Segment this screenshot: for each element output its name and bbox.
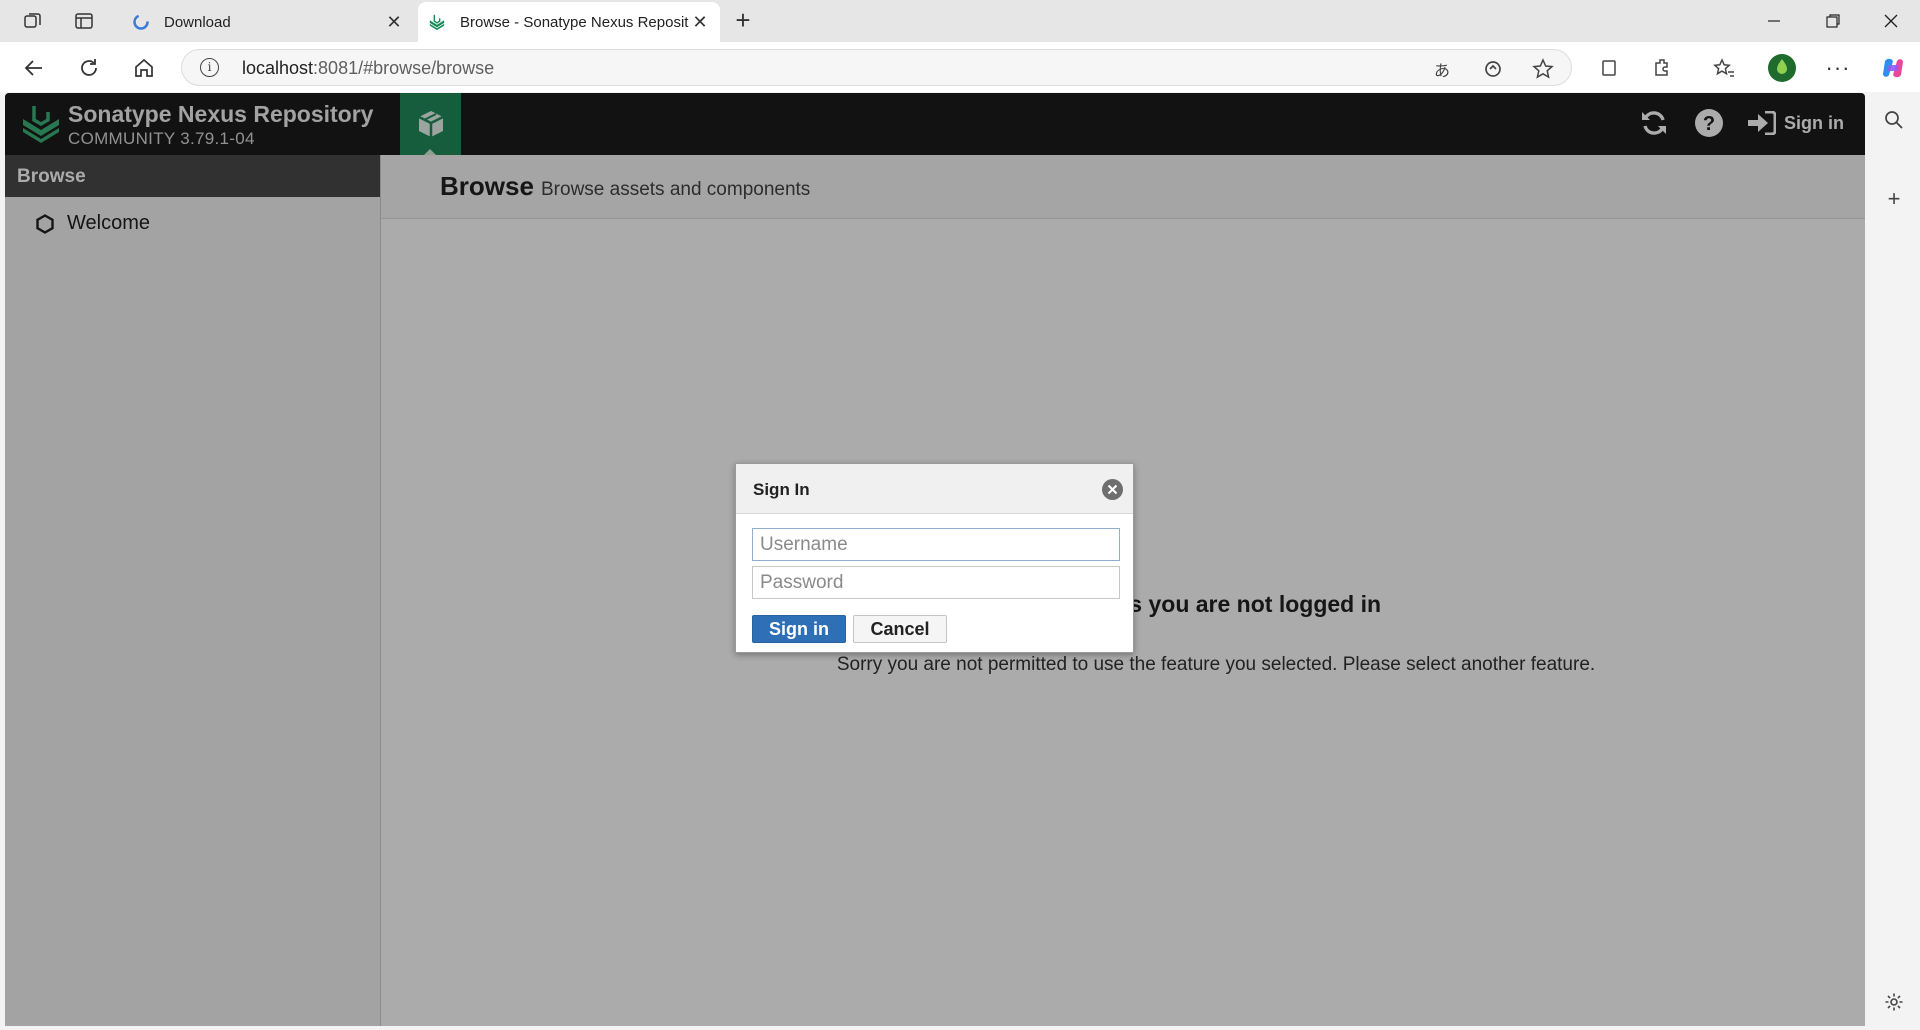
tab-title: Browse - Sonatype Nexus Reposit xyxy=(460,13,689,31)
tab-download[interactable]: Download ✕ xyxy=(122,2,414,42)
refresh-icon[interactable] xyxy=(74,53,104,83)
password-field[interactable] xyxy=(752,566,1120,599)
browser-tab-strip: Download ✕ Browse - Sonatype Nexus Repos… xyxy=(0,0,1920,42)
close-tab-icon[interactable]: ✕ xyxy=(384,12,404,33)
tab-title: Download xyxy=(164,13,231,31)
settings-gear-icon[interactable] xyxy=(1883,991,1905,1013)
read-aloud-icon[interactable]: あ xyxy=(1431,58,1453,80)
extensions-icon[interactable] xyxy=(1648,53,1678,83)
minimize-icon[interactable] xyxy=(1754,8,1794,34)
page-refresh-icon[interactable] xyxy=(1482,58,1504,80)
browser-toolbar: i localhost:8081/#browse/browse あ ··· xyxy=(0,42,1920,92)
copilot-icon[interactable] xyxy=(1878,53,1908,83)
vertical-tabs-icon[interactable] xyxy=(71,8,97,34)
url-path: :8081/#browse/browse xyxy=(313,58,495,78)
workspaces-icon[interactable] xyxy=(20,8,46,34)
profile-avatar-icon[interactable] xyxy=(1767,53,1797,83)
tab-browse-nexus[interactable]: Browse - Sonatype Nexus Reposit ✕ xyxy=(418,2,720,42)
dialog-header: Sign In xyxy=(736,464,1133,514)
close-tab-icon[interactable]: ✕ xyxy=(690,12,710,33)
browser-side-panel: + xyxy=(1866,92,1920,1030)
site-info-icon[interactable]: i xyxy=(200,58,219,77)
url-host: localhost xyxy=(242,58,314,78)
dialog-title: Sign In xyxy=(753,480,810,499)
home-icon[interactable] xyxy=(129,53,159,83)
sign-in-dialog: Sign In Sign in Cancel xyxy=(735,463,1134,653)
favorites-icon[interactable] xyxy=(1709,53,1739,83)
reading-view-icon[interactable] xyxy=(1594,53,1624,83)
address-bar[interactable]: i localhost:8081/#browse/browse あ xyxy=(181,49,1572,86)
close-icon[interactable] xyxy=(1102,479,1123,500)
back-icon[interactable] xyxy=(19,53,49,83)
more-options-icon[interactable]: ··· xyxy=(1823,53,1853,83)
cancel-button[interactable]: Cancel xyxy=(853,615,947,643)
new-tab-icon[interactable]: + xyxy=(730,7,756,34)
address-url[interactable]: localhost:8081/#browse/browse xyxy=(242,58,494,79)
loading-ring-icon xyxy=(132,13,150,31)
add-sidebar-app-icon[interactable]: + xyxy=(1883,186,1905,211)
search-icon[interactable] xyxy=(1883,109,1905,131)
close-window-icon[interactable] xyxy=(1871,8,1911,34)
username-field[interactable] xyxy=(752,528,1120,561)
nexus-logo-icon xyxy=(428,13,446,31)
sign-in-button[interactable]: Sign in xyxy=(752,615,846,643)
restore-icon[interactable] xyxy=(1813,8,1853,34)
favorite-star-icon[interactable] xyxy=(1532,58,1554,80)
